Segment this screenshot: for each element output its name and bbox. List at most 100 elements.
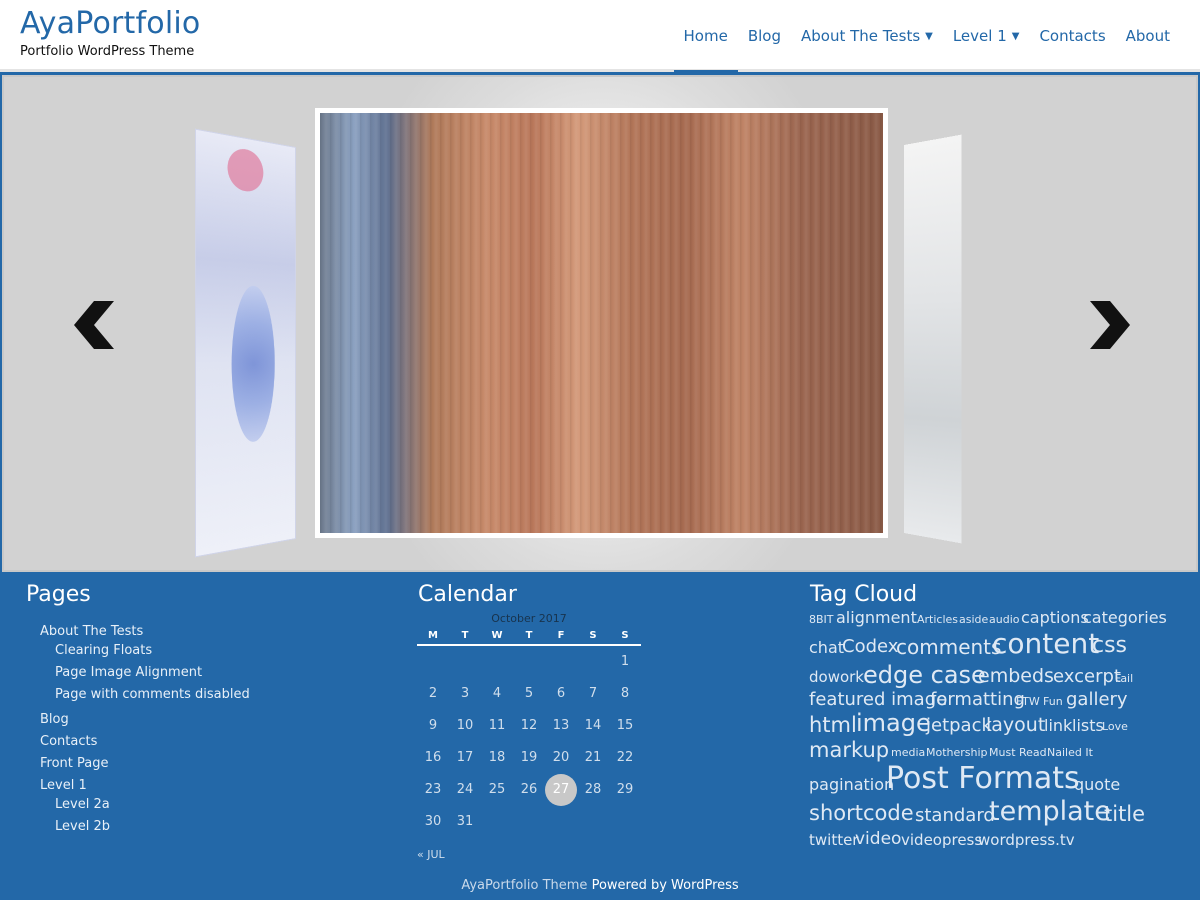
calendar-weekday: T bbox=[461, 630, 469, 641]
site-title[interactable]: AyaPortfolio bbox=[20, 6, 200, 41]
calendar-day: 21 bbox=[584, 750, 602, 765]
footer-wordpress-link[interactable]: Powered by WordPress bbox=[592, 878, 739, 893]
tag-link[interactable]: aside bbox=[959, 614, 988, 625]
calendar-day: 7 bbox=[588, 686, 598, 701]
calendar-day: 10 bbox=[456, 718, 474, 733]
tag-link[interactable]: edge case bbox=[863, 663, 986, 687]
tag-link[interactable]: excerpt bbox=[1053, 668, 1121, 686]
calendar-day: 12 bbox=[520, 718, 538, 733]
nav-blog-label: Blog bbox=[747, 27, 781, 45]
page-link[interactable]: Clearing Floats bbox=[55, 643, 152, 658]
nav-home[interactable]: Home bbox=[673, 0, 738, 72]
tag-link[interactable]: formatting bbox=[930, 691, 1025, 709]
tag-link[interactable]: categories bbox=[1083, 610, 1167, 626]
chevron-right-icon[interactable] bbox=[1084, 297, 1134, 357]
page-link[interactable]: Level 2b bbox=[55, 819, 110, 834]
calendar-weekdays: MTWTFSS bbox=[417, 630, 641, 646]
site-header: AyaPortfolio Portfolio WordPress Theme H… bbox=[0, 0, 1200, 72]
page-link[interactable]: Level 1 bbox=[40, 778, 87, 793]
tag-link[interactable]: comments bbox=[896, 637, 1001, 657]
calendar-day: 18 bbox=[488, 750, 506, 765]
nav-home-label: Home bbox=[683, 27, 728, 45]
main-nav: Home Blog About The Tests ▼ Level 1 ▼ Cont… bbox=[673, 0, 1180, 72]
tag-link[interactable]: Must Read bbox=[989, 747, 1047, 758]
tag-link[interactable]: jetpack bbox=[926, 717, 992, 735]
tag-link[interactable]: video bbox=[855, 831, 901, 848]
tag-link[interactable]: Fail bbox=[1115, 673, 1133, 684]
tag-link[interactable]: captions bbox=[1021, 610, 1089, 626]
nav-blog[interactable]: Blog bbox=[738, 0, 791, 72]
calendar-day: 20 bbox=[552, 750, 570, 765]
tag-link[interactable]: Mothership bbox=[926, 747, 988, 758]
tag-link[interactable]: Articles bbox=[917, 614, 958, 625]
calendar-day: 26 bbox=[520, 782, 538, 797]
tag-link[interactable]: template bbox=[989, 798, 1111, 825]
tag-link[interactable]: css bbox=[1092, 635, 1127, 657]
page-link[interactable]: Page Image Alignment bbox=[55, 665, 202, 680]
tag-link[interactable]: chat bbox=[809, 640, 844, 656]
tag-link[interactable]: content bbox=[992, 630, 1099, 658]
nav-level-1[interactable]: Level 1 ▼ bbox=[943, 0, 1030, 72]
page-link[interactable]: About The Tests bbox=[40, 624, 143, 639]
tag-link[interactable]: embeds bbox=[978, 667, 1054, 686]
calendar-day: 29 bbox=[616, 782, 634, 797]
page-link[interactable]: Blog bbox=[40, 712, 69, 727]
nav-contacts[interactable]: Contacts bbox=[1029, 0, 1115, 72]
page-link[interactable]: Level 2a bbox=[55, 797, 110, 812]
chevron-left-icon[interactable] bbox=[70, 297, 120, 357]
tag-link[interactable]: markup bbox=[809, 740, 889, 761]
page-link[interactable]: Contacts bbox=[40, 734, 97, 749]
calendar-day: 16 bbox=[424, 750, 442, 765]
tag-link[interactable]: standard bbox=[915, 807, 995, 825]
calendar-weekday: W bbox=[491, 630, 503, 641]
tag-link[interactable]: Fun bbox=[1043, 696, 1063, 707]
page-link[interactable]: Front Page bbox=[40, 756, 109, 771]
tag-link[interactable]: image bbox=[856, 711, 931, 735]
tag-link[interactable]: html bbox=[809, 715, 857, 736]
slide-current-image[interactable] bbox=[315, 108, 888, 538]
tag-link[interactable]: title bbox=[1104, 804, 1145, 825]
tag-link[interactable]: videopress bbox=[901, 833, 982, 848]
calendar-caption: October 2017 bbox=[491, 612, 567, 625]
page-link[interactable]: Page with comments disabled bbox=[55, 687, 250, 702]
footer-theme-link[interactable]: AyaPortfolio Theme bbox=[461, 878, 587, 893]
slide-next-image[interactable] bbox=[904, 134, 962, 544]
tag-link[interactable]: featured image bbox=[809, 691, 947, 709]
tag-link[interactable]: Codex bbox=[842, 638, 898, 656]
tag-link[interactable]: 8BIT bbox=[809, 614, 834, 625]
tag-link[interactable]: link bbox=[1044, 718, 1072, 734]
nav-about-label: About bbox=[1125, 27, 1170, 45]
calendar-weekday: T bbox=[525, 630, 533, 641]
tag-link[interactable]: audio bbox=[989, 614, 1019, 625]
calendar-day: 11 bbox=[488, 718, 506, 733]
tag-link[interactable]: Nailed It bbox=[1047, 747, 1093, 758]
tag-link[interactable]: wordpress.tv bbox=[978, 833, 1075, 848]
tag-link[interactable]: layout bbox=[986, 716, 1045, 735]
tag-link[interactable]: alignment bbox=[836, 610, 917, 626]
tag-link[interactable]: dowork bbox=[809, 670, 864, 685]
calendar-prev-month-link[interactable]: « JUL bbox=[417, 848, 445, 861]
tag-link[interactable]: gallery bbox=[1066, 691, 1128, 709]
calendar-weekday: M bbox=[428, 630, 438, 641]
tag-link[interactable]: quote bbox=[1074, 777, 1120, 793]
tag-link[interactable]: lists bbox=[1072, 718, 1104, 734]
calendar-day: 17 bbox=[456, 750, 474, 765]
tag-link[interactable]: Post Formats bbox=[886, 764, 1080, 794]
tag-link[interactable]: pagination bbox=[809, 777, 894, 793]
tag-link[interactable]: shortcode bbox=[809, 803, 914, 824]
slide-previous-image[interactable] bbox=[194, 128, 296, 558]
nav-level-1-label: Level 1 bbox=[952, 27, 1007, 45]
nav-contacts-label: Contacts bbox=[1039, 27, 1106, 45]
tag-link[interactable]: Love bbox=[1102, 721, 1128, 732]
tag-link[interactable]: media bbox=[891, 747, 925, 758]
calendar-day: 8 bbox=[620, 686, 630, 701]
calendar-weekday: F bbox=[557, 630, 565, 641]
calendar-day: 3 bbox=[460, 686, 470, 701]
calendar-weekday: S bbox=[589, 630, 597, 641]
tag-link[interactable]: twitter bbox=[809, 833, 858, 848]
tag-link[interactable]: FTW bbox=[1016, 696, 1040, 707]
tagcloud-widget-title: Tag Cloud bbox=[810, 582, 918, 607]
calendar-day: 14 bbox=[584, 718, 602, 733]
nav-about[interactable]: About bbox=[1116, 0, 1180, 72]
nav-about-the-tests[interactable]: About The Tests ▼ bbox=[791, 0, 943, 72]
